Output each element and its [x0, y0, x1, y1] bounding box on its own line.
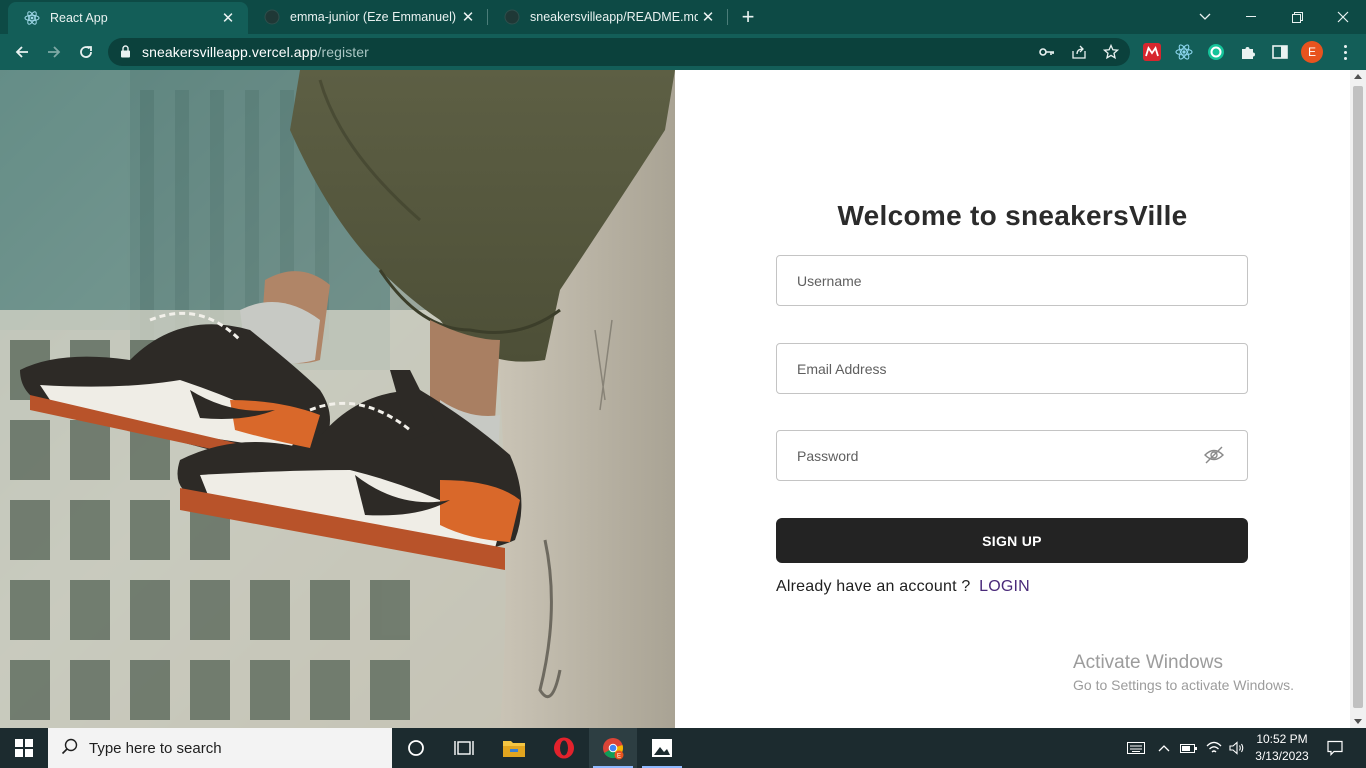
photos-icon[interactable] [638, 728, 686, 768]
close-window-button[interactable] [1320, 0, 1366, 34]
scroll-up-arrow-icon[interactable] [1354, 74, 1362, 79]
watermark-title: Activate Windows [1073, 652, 1223, 673]
scrollbar-thumb[interactable] [1353, 86, 1363, 708]
register-page: Welcome to sneakersVille SIGN UP Already… [0, 70, 1350, 728]
username-input[interactable] [777, 256, 1247, 305]
page-scrollbar[interactable] [1350, 70, 1366, 728]
file-explorer-icon[interactable] [490, 728, 538, 768]
key-icon[interactable] [1038, 43, 1056, 61]
clock-time: 10:52 PM [1256, 732, 1308, 746]
eye-off-icon[interactable] [1203, 444, 1225, 466]
url-host: sneakersvilleapp.vercel.app [142, 44, 318, 60]
hero-sneakers-image [0, 70, 675, 728]
close-tab-icon[interactable]: ✕ [218, 8, 238, 28]
login-prompt-text: Already have an account ? [776, 578, 971, 595]
clock-date: 3/13/2023 [1255, 749, 1309, 763]
back-icon[interactable] [10, 40, 34, 64]
login-prompt: Already have an account ? LOGIN [776, 578, 1030, 596]
tab-title: sneakersvilleapp/README.md at [530, 10, 698, 24]
tab-github-readme[interactable]: sneakersvilleapp/README.md at ✕ [488, 0, 728, 34]
share-icon[interactable] [1070, 43, 1088, 61]
register-form: Welcome to sneakersVille SIGN UP Already… [675, 70, 1350, 728]
page-title: Welcome to sneakersVille [837, 200, 1188, 231]
watermark-subtitle: Go to Settings to activate Windows. [1073, 677, 1294, 693]
github-icon [264, 9, 280, 25]
browser-toolbar: sneakersvilleapp.vercel.app/register [0, 34, 1366, 70]
task-view-icon[interactable] [440, 728, 488, 768]
taskbar-search-box[interactable]: Type here to search [48, 728, 392, 768]
login-link[interactable]: LOGIN [979, 578, 1030, 595]
windows-start-icon[interactable] [0, 728, 48, 768]
browser-titlebar: React App ✕ emma-junior (Eze Emmanuel) ✕… [0, 0, 1366, 34]
lock-icon [120, 45, 131, 63]
scroll-down-arrow-icon[interactable] [1354, 719, 1362, 724]
close-tab-icon[interactable]: ✕ [698, 7, 718, 27]
wifi-icon[interactable] [1203, 728, 1225, 768]
chrome-menu-icon[interactable] [1335, 40, 1355, 64]
tab-search-icon[interactable] [1182, 0, 1228, 34]
svg-text:E: E [617, 754, 621, 760]
profile-avatar[interactable]: E [1301, 41, 1323, 63]
restore-button[interactable] [1274, 0, 1320, 34]
cortana-icon[interactable] [392, 728, 440, 768]
close-tab-icon[interactable]: ✕ [458, 7, 478, 27]
search-placeholder: Type here to search [89, 739, 222, 757]
forward-icon[interactable] [42, 40, 66, 64]
notification-icon[interactable] [1320, 728, 1350, 768]
side-panel-icon[interactable] [1270, 42, 1290, 62]
username-field[interactable] [776, 255, 1248, 306]
battery-icon[interactable] [1178, 728, 1200, 768]
password-field[interactable] [776, 430, 1248, 481]
tab-title: React App [50, 11, 108, 25]
email-input[interactable] [777, 344, 1247, 393]
new-tab-button[interactable]: + [736, 5, 760, 29]
search-icon [61, 737, 79, 760]
password-input[interactable] [777, 431, 1247, 480]
reload-icon[interactable] [74, 40, 98, 64]
opera-icon[interactable] [540, 728, 588, 768]
volume-icon[interactable] [1226, 728, 1248, 768]
react-devtools-icon[interactable] [1174, 42, 1194, 62]
sign-up-button[interactable]: SIGN UP [776, 518, 1248, 563]
bookmark-star-icon[interactable] [1102, 43, 1120, 61]
email-field[interactable] [776, 343, 1248, 394]
windows-taskbar: Type here to search E 10:52 PM 3/13/2023 [0, 728, 1366, 768]
extensions-puzzle-icon[interactable] [1238, 42, 1258, 62]
url-text: sneakersvilleapp.vercel.app/register [142, 44, 369, 60]
react-icon [24, 10, 40, 26]
minimize-button[interactable] [1228, 0, 1274, 34]
address-bar[interactable]: sneakersvilleapp.vercel.app/register [108, 38, 1130, 66]
github-icon [504, 9, 520, 25]
tab-title: emma-junior (Eze Emmanuel) [290, 10, 457, 24]
chrome-taskbar-icon[interactable]: E [589, 728, 637, 768]
tab-github-profile[interactable]: emma-junior (Eze Emmanuel) ✕ [248, 0, 488, 34]
taskbar-clock[interactable]: 10:52 PM 3/13/2023 [1250, 731, 1314, 765]
mendeley-extension-icon[interactable] [1142, 42, 1162, 62]
tab-separator [727, 9, 728, 25]
url-path: /register [317, 44, 369, 60]
keyboard-icon[interactable] [1124, 728, 1148, 768]
activate-windows-watermark: Activate Windows Go to Settings to activ… [1073, 652, 1294, 693]
tab-react-app[interactable]: React App ✕ [8, 2, 248, 34]
tray-overflow-chevron-icon[interactable] [1154, 728, 1174, 768]
grammarly-extension-icon[interactable] [1206, 42, 1226, 62]
